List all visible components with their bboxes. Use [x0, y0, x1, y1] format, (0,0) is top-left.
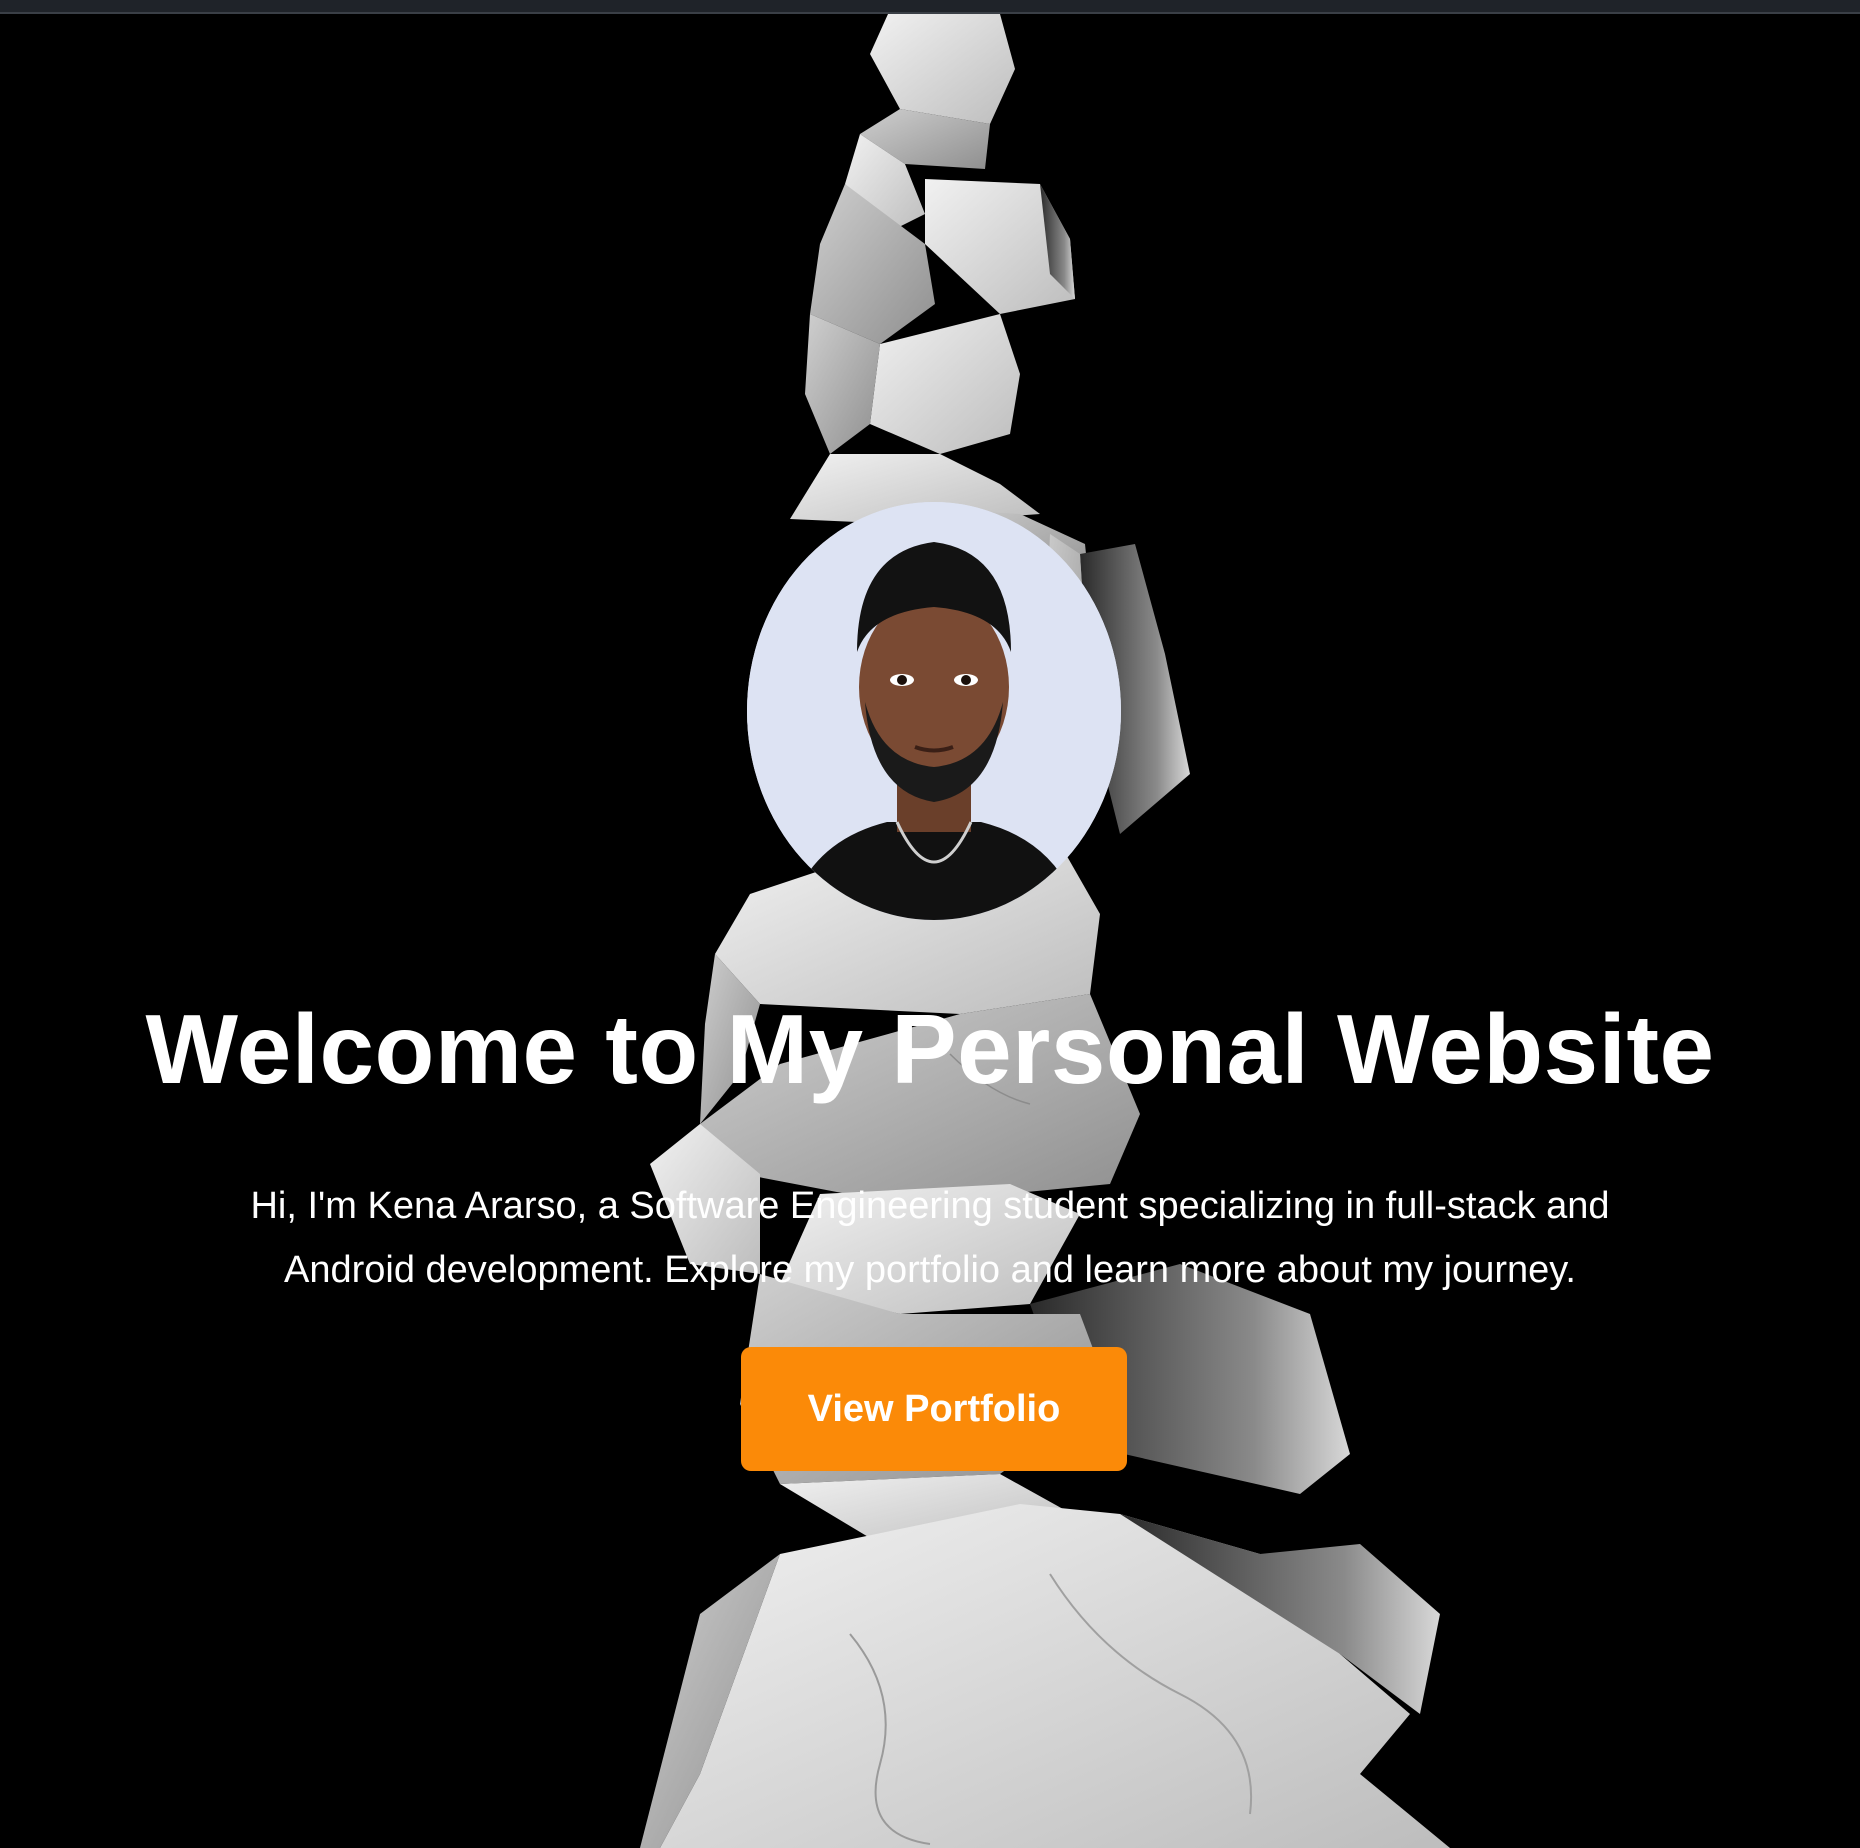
- browser-top-bar: [0, 0, 1860, 14]
- hero-intro: Hi, I'm Kena Ararso, a Software Engineer…: [250, 1185, 1610, 1291]
- profile-photo: [747, 502, 1121, 920]
- stacked-cubes-background: [640, 14, 1450, 1848]
- view-portfolio-button[interactable]: View Portfolio: [741, 1347, 1127, 1471]
- profile-portrait: [747, 502, 1121, 920]
- hero-section: Welcome to My Personal Website Hi, I'm K…: [0, 14, 1860, 1848]
- hero-title: Welcome to My Personal Website: [145, 994, 1715, 1104]
